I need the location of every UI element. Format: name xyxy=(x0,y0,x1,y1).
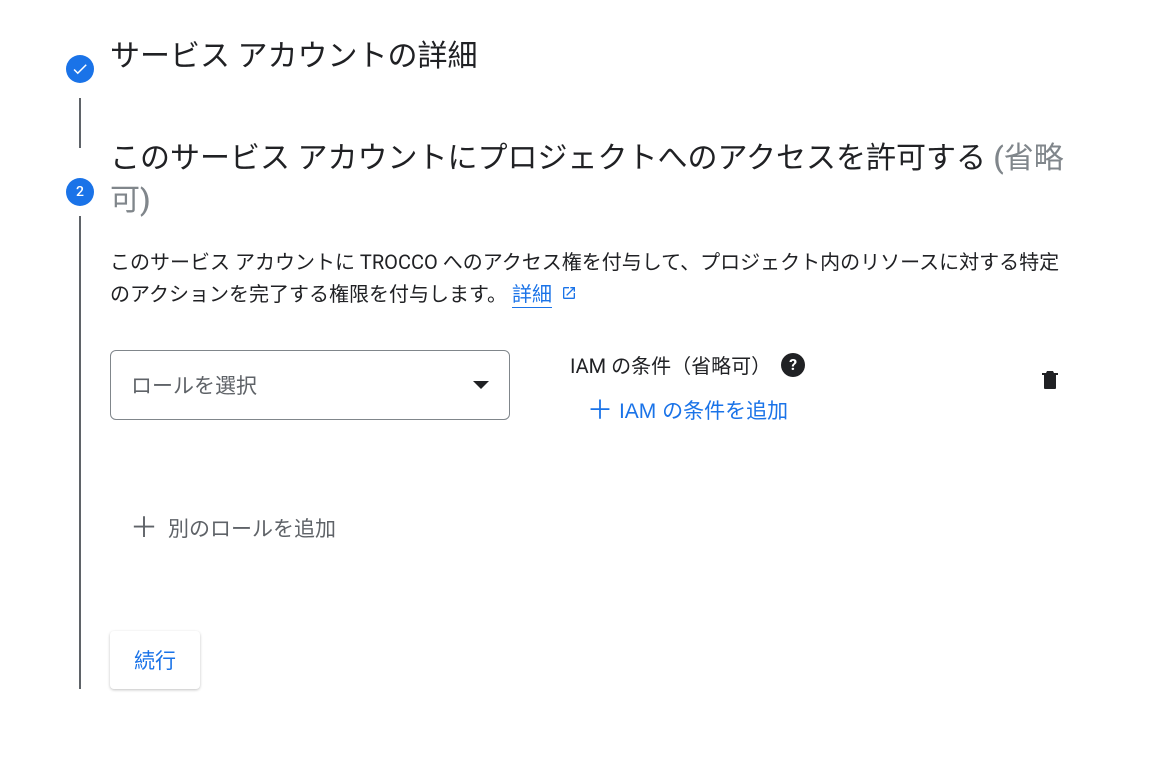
plus-icon: ＋ xyxy=(130,514,158,542)
step-1-completed-icon xyxy=(66,55,94,83)
chevron-down-icon xyxy=(473,381,489,389)
step-1-title: サービス アカウントの詳細 xyxy=(110,36,1106,78)
trash-icon xyxy=(1038,368,1062,392)
step-2-description-text: このサービス アカウントに TROCCO へのアクセス権を付与して、プロジェクト… xyxy=(110,250,1059,306)
iam-conditions-label: IAM の条件（省略可） xyxy=(570,350,771,379)
role-select-dropdown[interactable]: ロールを選択 xyxy=(110,350,510,420)
learn-more-link[interactable]: 詳細 xyxy=(512,282,552,308)
continue-button[interactable]: 続行 xyxy=(110,631,200,689)
step-2-title: このサービス アカウントにプロジェクトへのアクセスを許可する (省略可) xyxy=(110,138,1070,222)
step-2-description: このサービス アカウントに TROCCO へのアクセス権を付与して、プロジェクト… xyxy=(110,246,1070,310)
step-connector-below xyxy=(79,216,81,689)
help-icon[interactable]: ? xyxy=(781,353,805,377)
step-connector xyxy=(79,98,81,148)
add-iam-condition-label: IAM の条件を追加 xyxy=(619,395,788,425)
role-select-placeholder: ロールを選択 xyxy=(131,370,257,400)
plus-icon: ＋ xyxy=(587,397,613,423)
delete-role-button[interactable] xyxy=(1030,360,1070,403)
step-2-active-icon: 2 xyxy=(66,178,94,206)
step-2-title-main: このサービス アカウントにプロジェクトへのアクセスを許可する xyxy=(110,141,993,176)
add-iam-condition-button[interactable]: ＋ IAM の条件を追加 xyxy=(587,395,788,425)
add-another-role-label: 別のロールを追加 xyxy=(168,513,336,543)
external-link-icon xyxy=(561,285,577,301)
checkmark-icon xyxy=(71,60,89,78)
step-2-number: 2 xyxy=(76,184,84,200)
continue-button-label: 続行 xyxy=(134,650,176,673)
add-another-role-button[interactable]: ＋ 別のロールを追加 xyxy=(110,505,356,551)
